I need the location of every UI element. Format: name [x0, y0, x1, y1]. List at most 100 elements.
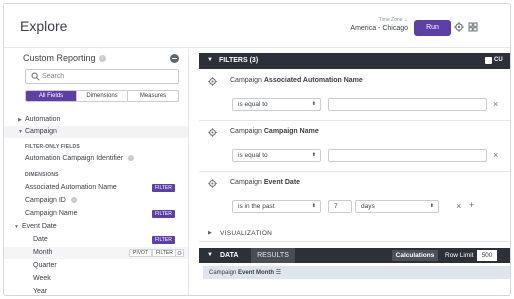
dropdown-arrow-icon: ⬍	[311, 101, 316, 107]
column-view-name: Campaign	[209, 270, 237, 276]
filter-field-label: Event Date	[263, 179, 301, 186]
operator-value: is in the past	[238, 203, 275, 210]
results-column-header[interactable]: Campaign Event Month ☰	[203, 266, 510, 279]
tab-results[interactable]: RESULTS	[251, 248, 295, 263]
filter-view-name: Campaign	[230, 77, 262, 84]
page-title: Explore	[20, 18, 68, 34]
explore-window: Explore Time Zone ⌄ America - Chicago Ru…	[3, 3, 511, 296]
explore-name: Custom Reporting i	[23, 53, 106, 63]
pivot-button[interactable]: PIVOT	[129, 249, 153, 257]
caret-right-icon: ▶	[208, 230, 212, 236]
filter-row: Campaign Associated Automation Name is e…	[199, 70, 510, 121]
caret-down-icon[interactable]: ▼	[207, 252, 213, 258]
gear-icon[interactable]	[208, 128, 217, 139]
row-limit-label: Row Limit	[445, 252, 474, 259]
field-options-icon[interactable]	[175, 249, 184, 257]
operator-value: is equal to	[238, 101, 268, 108]
filter-view-name: Campaign	[230, 128, 262, 135]
search-input[interactable]	[42, 71, 172, 82]
dropdown-arrow-icon: ⬍	[429, 203, 434, 209]
tab-dimensions[interactable]: Dimensions	[77, 91, 128, 101]
field-event-date-date[interactable]: Date	[33, 235, 48, 245]
caret-down-icon: ▼	[18, 129, 23, 135]
field-label: Automation Campaign Identifier	[25, 155, 124, 162]
field-event-date-year[interactable]: Year	[33, 287, 47, 295]
field-event-date-month[interactable]: Month	[33, 248, 52, 258]
filters-section-header[interactable]: ▼ FILTERS (3) CU	[199, 53, 510, 69]
gear-icon[interactable]	[453, 21, 465, 33]
filter-only-section-label: FILTER-ONLY FIELDS	[25, 144, 80, 150]
tab-data[interactable]: DATA	[220, 252, 238, 259]
remove-filter-icon[interactable]: ×	[456, 202, 461, 211]
field-picker-sidebar: Custom Reportingi All Fields Dimensions …	[4, 49, 189, 295]
calculations-button[interactable]: Calculations	[392, 250, 438, 261]
dropdown-arrow-icon: ⬍	[311, 203, 316, 209]
filter-operator-select[interactable]: is equal to ⬍	[232, 98, 321, 111]
filter-field-name: Campaign Campaign Name	[230, 128, 319, 135]
field-group-label: Event Date	[22, 223, 57, 230]
custom-filter-label: CU	[494, 57, 503, 63]
filter-value-input[interactable]	[328, 149, 487, 162]
gear-icon[interactable]	[208, 179, 217, 190]
remove-filter-icon[interactable]: ×	[493, 100, 498, 109]
timezone-label: Time Zone ⌄	[378, 17, 408, 23]
field-event-date-quarter[interactable]: Quarter	[33, 261, 57, 271]
filter-badge[interactable]: FILTER	[152, 210, 175, 218]
unit-value: days	[361, 203, 375, 210]
view-campaign-label: Campaign	[25, 128, 57, 135]
timezone-selector[interactable]: Time Zone ⌄ America - Chicago	[350, 17, 408, 33]
filters-title: FILTERS (3)	[219, 57, 259, 64]
filter-badge[interactable]: FILTER	[152, 184, 175, 192]
view-automation[interactable]: ▶ Automation	[4, 114, 188, 126]
run-button[interactable]: Run	[414, 20, 451, 36]
field-type-tabs: All Fields Dimensions Measures	[25, 90, 179, 102]
explore-name-label: Custom Reporting	[23, 53, 96, 63]
tab-all-fields[interactable]: All Fields	[26, 91, 77, 101]
filter-badge[interactable]: FILTER	[152, 236, 175, 244]
info-icon[interactable]: i	[98, 55, 106, 63]
field-label: Campaign ID	[25, 197, 66, 204]
view-campaign[interactable]: ▼ Campaign	[4, 126, 188, 138]
filter-row: Campaign Campaign Name is equal to ⬍ ×	[199, 121, 510, 172]
info-icon[interactable]: i	[128, 155, 135, 162]
field-associated-automation-name[interactable]: Associated Automation Name	[25, 183, 117, 193]
timezone-value: America - Chicago	[350, 25, 408, 32]
gear-icon[interactable]	[208, 77, 217, 88]
filter-button[interactable]: FILTER	[152, 249, 177, 257]
filter-operator-select[interactable]: is equal to ⬍	[232, 149, 321, 162]
column-field-name: Event Month	[238, 270, 275, 276]
filter-field-label: Campaign Name	[263, 128, 319, 135]
field-group-event-date[interactable]: ▼ Event Date	[4, 221, 188, 233]
add-filter-icon[interactable]: +	[469, 201, 474, 210]
field-campaign-name[interactable]: Campaign Name	[25, 209, 78, 219]
field-campaign-id[interactable]: Campaign ID i	[25, 196, 77, 206]
tab-measures[interactable]: Measures	[128, 91, 178, 101]
filter-field-name: Campaign Event Date	[230, 179, 300, 186]
caret-down-icon: ▼	[14, 224, 19, 230]
filter-row: Campaign Event Date is in the past ⬍ 7 d…	[199, 172, 510, 222]
filter-unit-select[interactable]: days ⬍	[355, 200, 439, 213]
field-automation-campaign-identifier[interactable]: Automation Campaign Identifier i	[25, 154, 135, 164]
column-options-icon[interactable]: ☰	[276, 270, 281, 276]
search-icon	[31, 72, 40, 83]
view-automation-label: Automation	[25, 116, 61, 123]
header-bar: Explore Time Zone ⌄ America - Chicago Ru…	[4, 4, 510, 48]
remove-filter-icon[interactable]: ×	[493, 151, 498, 160]
caret-down-icon: ▼	[207, 57, 213, 63]
filter-number-input[interactable]: 7	[328, 200, 352, 213]
field-event-date-week[interactable]: Week	[33, 274, 51, 284]
visualization-section-header[interactable]: ▶ VISUALIZATION	[199, 226, 510, 242]
filter-field-name: Campaign Associated Automation Name	[230, 77, 363, 84]
grid-icon[interactable]	[467, 21, 479, 33]
filter-field-label: Associated Automation Name	[263, 77, 363, 84]
filter-operator-select[interactable]: is in the past ⬍	[232, 200, 321, 213]
info-icon[interactable]: i	[70, 197, 77, 204]
custom-filter-checkbox[interactable]	[485, 57, 492, 64]
visualization-title: VISUALIZATION	[220, 230, 273, 237]
dropdown-arrow-icon: ⬍	[311, 152, 316, 158]
collapse-icon[interactable]	[170, 54, 179, 63]
data-section-header: ▼ DATA RESULTS Calculations Row Limit 50…	[199, 248, 510, 263]
filter-value-input[interactable]	[328, 98, 487, 111]
row-limit-input[interactable]: 500	[477, 250, 497, 261]
field-search	[25, 69, 179, 84]
